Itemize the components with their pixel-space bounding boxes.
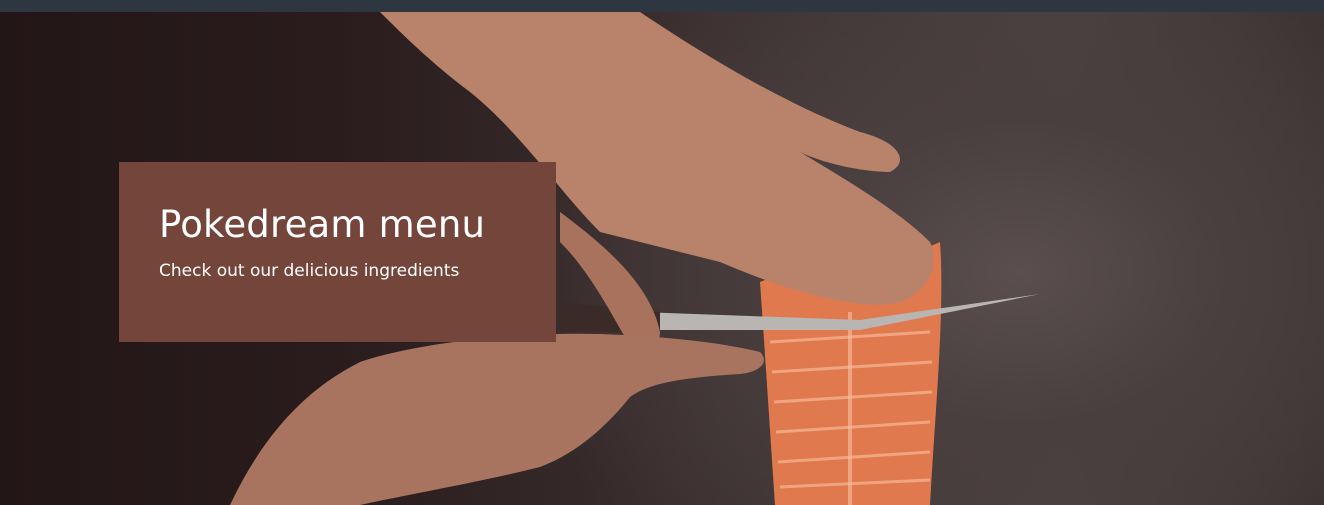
page-subtitle: Check out our delicious ingredients — [159, 261, 460, 281]
top-nav-bar — [0, 0, 1324, 12]
menu-intro-card: Pokedream menu Check out our delicious i… — [119, 162, 556, 342]
page-title: Pokedream menu — [159, 203, 486, 246]
hero-banner: Pokedream menu Check out our delicious i… — [0, 12, 1324, 505]
lower-hand — [230, 333, 764, 505]
